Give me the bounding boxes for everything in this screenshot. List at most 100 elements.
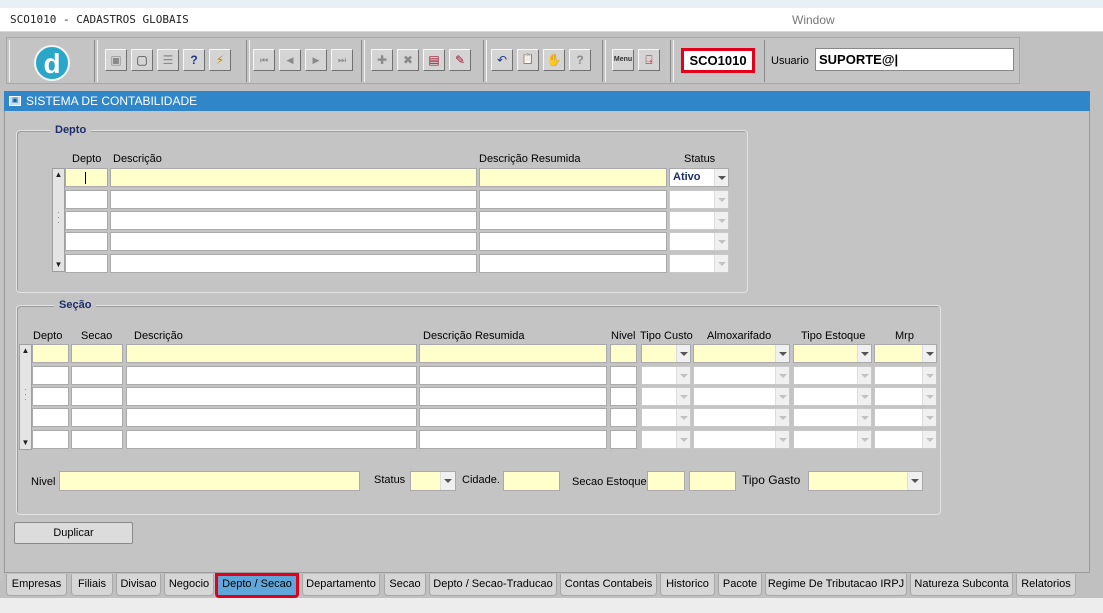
secao-mrp-select[interactable] [874,430,937,449]
dropdown-arrow-icon[interactable] [676,431,690,448]
dropdown-arrow-icon[interactable] [922,409,936,426]
dropdown-arrow-icon[interactable] [714,233,728,250]
secao-almoxarifado-select[interactable] [693,430,790,449]
dropdown-arrow-icon[interactable] [922,367,936,384]
secao-descricao-field[interactable] [126,366,417,385]
tab-departamento[interactable]: Departamento [302,574,380,596]
dropdown-arrow-icon[interactable] [676,409,690,426]
secao-mrp-select[interactable] [874,344,937,363]
secao-tipo-custo-select[interactable] [641,430,691,449]
dropdown-arrow-icon[interactable] [857,345,871,362]
status-select[interactable] [410,471,456,491]
dropdown-arrow-icon[interactable] [714,255,728,272]
secao-tipo-estoque-select[interactable] [793,387,872,406]
depto-status-select[interactable] [669,232,729,251]
tab-pacote[interactable]: Pacote [718,574,762,596]
secao-code-field[interactable] [71,387,123,406]
dropdown-arrow-icon[interactable] [922,431,936,448]
undo-icon[interactable]: ↶ [491,49,513,71]
secao-estoque-field[interactable] [647,471,685,491]
secao-tipo-estoque-select[interactable] [793,408,872,427]
next-record-icon[interactable]: ▶ [305,49,327,71]
secao-nivel-field[interactable] [610,430,637,449]
depto-code-field[interactable] [65,211,108,230]
secao-descricao-field[interactable] [126,344,417,363]
depto-descricao-resumida-field[interactable] [479,168,667,187]
scroll-down-icon[interactable]: ▼ [53,259,64,271]
dropdown-arrow-icon[interactable] [857,409,871,426]
depto-descricao-resumida-field[interactable] [479,232,667,251]
delete-record-icon[interactable]: ✖ [397,49,419,71]
tab-negocio[interactable]: Negocio [164,574,214,596]
window-menu[interactable]: Window [792,13,835,27]
clipboard-icon[interactable]: 📋 [517,49,539,71]
depto-code-field[interactable] [65,190,108,209]
lov-icon[interactable]: ▤ [423,49,445,71]
depto-scrollbar[interactable]: ▲ ⁚ ⁚ ▼ [52,168,65,272]
secao-depto-field[interactable] [32,366,69,385]
tab-contas-contabeis[interactable]: Contas Contabeis [560,574,657,596]
duplicar-button[interactable]: Duplicar [14,522,133,544]
depto-code-field[interactable] [65,254,108,273]
depto-descricao-field[interactable] [110,232,477,251]
tipo-gasto-select[interactable] [808,471,923,491]
secao-tipo-estoque-select[interactable] [793,366,872,385]
tab-divisao[interactable]: Divisao [116,574,161,596]
secao-almoxarifado-select[interactable] [693,387,790,406]
exit-icon[interactable]: ⍈ [638,49,660,71]
secao-estoque-desc-field[interactable] [689,471,736,491]
secao-descricao-field[interactable] [126,430,417,449]
depto-status-select[interactable] [669,254,729,273]
secao-mrp-select[interactable] [874,408,937,427]
secao-tipo-custo-select[interactable] [641,408,691,427]
tab-filiais[interactable]: Filiais [71,574,113,596]
dropdown-arrow-icon[interactable] [775,431,789,448]
edit-icon[interactable]: ✎ [449,49,471,71]
nivel-field[interactable] [59,471,360,491]
secao-mrp-select[interactable] [874,387,937,406]
scroll-grip-icon[interactable]: ⁚ ⁚ [54,212,63,227]
depto-status-select[interactable] [669,211,729,230]
secao-depto-field[interactable] [32,344,69,363]
scroll-grip-icon[interactable]: ⁚ ⁚ [21,389,30,404]
print-icon[interactable]: ☰ [157,49,179,71]
secao-tipo-estoque-select[interactable] [793,344,872,363]
dropdown-arrow-icon[interactable] [922,345,936,362]
depto-descricao-field[interactable] [110,254,477,273]
secao-code-field[interactable] [71,408,123,427]
scroll-down-icon[interactable]: ▼ [20,437,31,449]
previous-record-icon[interactable]: ◀ [279,49,301,71]
dropdown-arrow-icon[interactable] [714,169,728,186]
secao-descricao-resumida-field[interactable] [419,387,607,406]
dropdown-arrow-icon[interactable] [714,191,728,208]
dropdown-arrow-icon[interactable] [857,367,871,384]
secao-descricao-resumida-field[interactable] [419,366,607,385]
dropdown-arrow-icon[interactable] [907,472,922,490]
secao-tipo-custo-select[interactable] [641,387,691,406]
dropdown-arrow-icon[interactable] [440,472,455,490]
depto-code-field[interactable] [65,168,108,187]
tab-natureza-subconta[interactable]: Natureza Subconta [910,574,1013,596]
secao-code-field[interactable] [71,366,123,385]
secao-tipo-estoque-select[interactable] [793,430,872,449]
tab-regime-tributacao-irpj[interactable]: Regime De Tributacao IRPJ [765,574,907,596]
depto-status-select[interactable] [669,190,729,209]
secao-nivel-field[interactable] [610,344,637,363]
tab-depto-secao-traducao[interactable]: Depto / Secao-Traducao [429,574,557,596]
tab-depto-secao[interactable]: Depto / Secao [215,573,299,598]
scroll-up-icon[interactable]: ▲ [53,169,64,181]
cidade-field[interactable] [503,471,560,491]
dropdown-arrow-icon[interactable] [775,367,789,384]
secao-descricao-resumida-field[interactable] [419,344,607,363]
usuario-field[interactable]: SUPORTE@| [815,48,1014,71]
dropdown-arrow-icon[interactable] [775,388,789,405]
dropdown-arrow-icon[interactable] [922,388,936,405]
depto-descricao-field[interactable] [110,190,477,209]
tab-empresas[interactable]: Empresas [6,574,67,596]
menu-icon[interactable]: Menu [612,49,634,71]
depto-status-select[interactable]: Ativo [669,168,729,187]
depto-code-field[interactable] [65,232,108,251]
secao-tipo-custo-select[interactable] [641,344,691,363]
depto-descricao-field[interactable] [110,168,477,187]
secao-almoxarifado-select[interactable] [693,344,790,363]
